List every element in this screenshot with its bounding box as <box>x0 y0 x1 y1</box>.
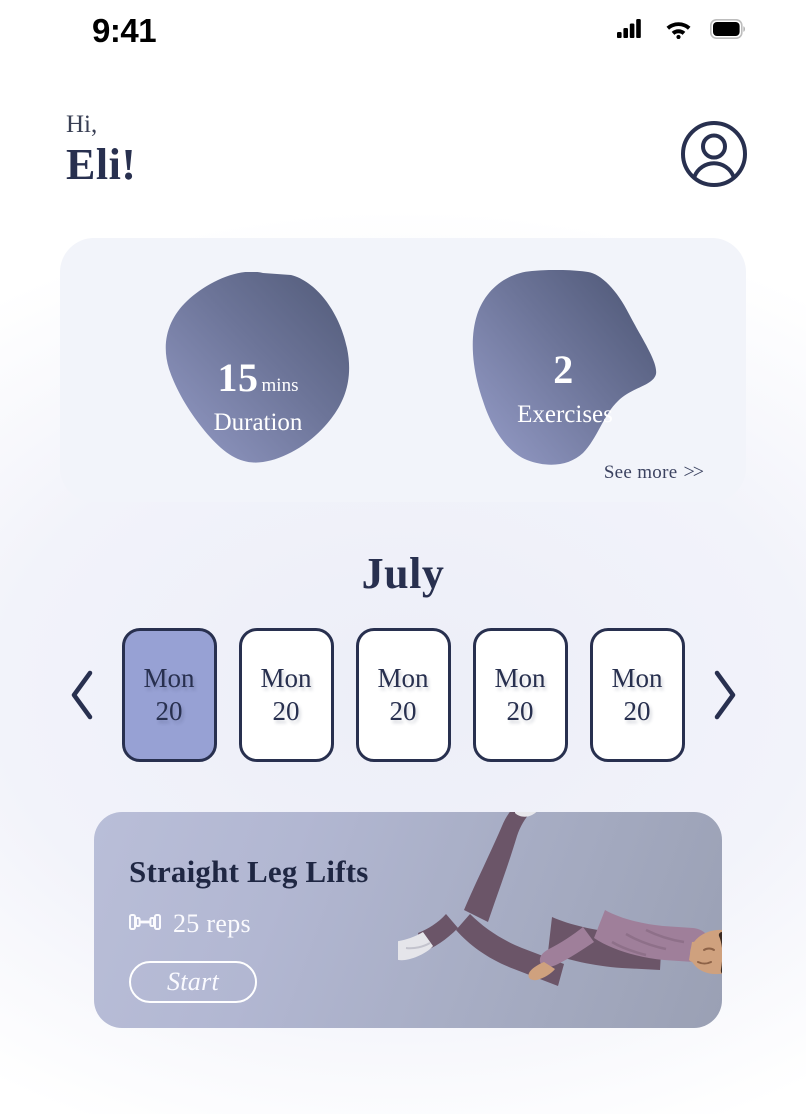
stat-blob-duration[interactable]: 15 mins Duration <box>163 271 353 464</box>
stat-blob-exercises[interactable]: 2 Exercises <box>468 269 662 468</box>
see-more-label: See more <box>603 461 678 483</box>
start-button[interactable]: Start <box>129 961 257 1003</box>
chevron-right-icon <box>714 670 735 720</box>
greeting-text: Hi, <box>66 111 98 138</box>
date-card-num: 20 <box>272 696 300 726</box>
phone-screen: 9:41 Hi, Eli! 15 mins Duration 2 Exercis… <box>0 0 806 1114</box>
date-card[interactable]: Mon 20 <box>121 628 217 762</box>
date-card[interactable]: Mon 20 <box>355 628 451 762</box>
dumbbell-icon <box>129 911 161 938</box>
workout-reps-row: 25 reps <box>129 909 369 939</box>
cellular-signal-icon <box>617 18 647 44</box>
stat-value-row: 2 <box>468 350 662 390</box>
user-avatar-icon <box>681 121 747 187</box>
calendar-prev-button[interactable] <box>60 665 104 725</box>
date-card-num: 20 <box>506 696 534 726</box>
stat-value-row: 15 mins <box>163 358 353 398</box>
header: Hi, Eli! <box>0 111 806 193</box>
date-card-dow: Mon <box>494 662 546 693</box>
person-doing-leg-lift-photo <box>398 812 722 986</box>
date-card-list: Mon 20 Mon 20 Mon 20 Mon 20 Mon 20 <box>121 628 685 762</box>
wifi-icon <box>664 18 693 44</box>
stat-label: Exercises <box>517 401 613 428</box>
date-selector: Mon 20 Mon 20 Mon 20 Mon 20 Mon 20 <box>0 622 806 768</box>
stat-value: 2 <box>553 347 574 392</box>
workout-card[interactable]: Straight Leg Lifts 25 reps Start <box>94 812 722 1028</box>
date-card-dow: Mon <box>143 662 195 693</box>
start-button-label: Start <box>166 967 220 996</box>
date-card-dow: Mon <box>260 662 312 693</box>
status-bar-icons <box>617 18 746 44</box>
date-card-num: 20 <box>389 696 417 726</box>
see-more-link[interactable]: See more >> <box>603 461 704 484</box>
stat-label: Duration <box>213 409 303 436</box>
date-card[interactable]: Mon 20 <box>589 628 685 762</box>
date-card-dow: Mon <box>611 662 663 693</box>
workout-title: Straight Leg Lifts <box>129 854 369 889</box>
stat-value: 15 <box>217 355 259 400</box>
workout-reps: 25 reps <box>173 909 251 938</box>
stat-blob-exercises-text: 2 Exercises <box>468 350 662 428</box>
battery-icon <box>710 18 746 44</box>
date-card-num: 20 <box>155 696 183 726</box>
calendar-next-button[interactable] <box>703 665 747 725</box>
status-bar: 9:41 <box>0 0 806 62</box>
page-title: Eli! <box>66 140 137 190</box>
date-card-num: 20 <box>623 696 651 726</box>
double-chevron-right-icon: >> <box>683 461 704 483</box>
greeting-block: Hi, Eli! <box>66 111 137 191</box>
stats-card: 15 mins Duration 2 Exercises See more >> <box>60 238 746 502</box>
stat-unit: mins <box>261 375 299 396</box>
calendar-month-title: July <box>361 549 445 598</box>
avatar[interactable] <box>680 120 748 193</box>
stat-blob-duration-text: 15 mins Duration <box>163 358 353 436</box>
status-bar-time: 9:41 <box>92 12 157 49</box>
date-card-dow: Mon <box>377 662 429 693</box>
date-card[interactable]: Mon 20 <box>238 628 334 762</box>
workout-info: Straight Leg Lifts 25 reps Start <box>129 856 369 1003</box>
date-card[interactable]: Mon 20 <box>472 628 568 762</box>
chevron-left-icon <box>71 670 92 720</box>
